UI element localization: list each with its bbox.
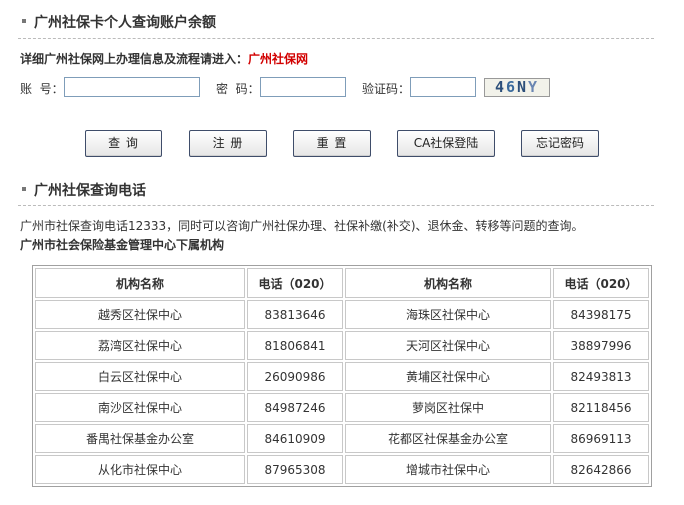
intro-line: 详细广州社保网上办理信息及流程请进入：广州社保网: [20, 50, 308, 67]
table-row: 白云区社保中心 26090986 黄埔区社保中心 82493813: [35, 362, 649, 391]
captcha-char: 6: [505, 78, 517, 96]
login-form: 账 号： 密 码： 验证码：: [20, 76, 660, 100]
org-name-cell: 荔湾区社保中心: [35, 331, 245, 360]
forgot-password-button[interactable]: 忘记密码: [521, 130, 599, 157]
phone-cell: 86969113: [553, 424, 649, 453]
query-button[interactable]: 查 询: [85, 130, 162, 157]
captcha-image[interactable]: 46NY: [484, 78, 550, 97]
password-label: 密 码：: [216, 82, 260, 96]
section-title-text: 广州社保查询电话: [34, 183, 146, 199]
table-row: 番禺社保基金办公室 84610909 花都区社保基金办公室 86969113: [35, 424, 649, 453]
org-name-cell: 番禺社保基金办公室: [35, 424, 245, 453]
phone-cell: 38897996: [553, 331, 649, 360]
phone-cell: 84987246: [247, 393, 343, 422]
reset-button[interactable]: 重 置: [293, 130, 371, 157]
password-input[interactable]: [260, 77, 346, 97]
phone-cell: 87965308: [247, 455, 343, 484]
section-title-balance: 广州社保卡个人查询账户余额: [22, 12, 216, 32]
captcha-char: 4: [494, 78, 506, 96]
phone-cell: 82493813: [553, 362, 649, 391]
org-name-cell: 黄埔区社保中心: [345, 362, 551, 391]
divider: [18, 38, 654, 39]
org-name-cell: 萝岗区社保中: [345, 393, 551, 422]
bullet-icon: [22, 19, 26, 23]
section-title-text: 广州社保卡个人查询账户余额: [34, 15, 216, 31]
org-name-cell: 南沙区社保中心: [35, 393, 245, 422]
org-name-cell: 越秀区社保中心: [35, 300, 245, 329]
bullet-icon: [22, 187, 26, 191]
org-name-cell: 天河区社保中心: [345, 331, 551, 360]
org-name-cell: 海珠区社保中心: [345, 300, 551, 329]
column-header-phone: 电话（020）: [247, 268, 343, 298]
phone-description: 广州市社保查询电话12333，同时可以咨询广州社保办理、社保补缴(补交)、退休金…: [20, 219, 584, 233]
captcha-label: 验证码：: [362, 82, 411, 96]
phone-cell: 82118456: [553, 393, 649, 422]
column-header-org: 机构名称: [35, 268, 245, 298]
ca-login-button[interactable]: CA社保登陆: [397, 130, 495, 157]
intro-text: 详细广州社保网上办理信息及流程请进入：: [20, 52, 249, 66]
phone-cell: 81806841: [247, 331, 343, 360]
column-header-phone: 电话（020）: [553, 268, 649, 298]
table-row: 荔湾区社保中心 81806841 天河区社保中心 38897996: [35, 331, 649, 360]
org-name-cell: 花都区社保基金办公室: [345, 424, 551, 453]
org-title: 广州市社会保险基金管理中心下属机构: [20, 238, 225, 252]
section-title-phone: 广州社保查询电话: [22, 180, 146, 200]
captcha-char: Y: [528, 78, 540, 96]
account-label: 账 号：: [20, 82, 64, 96]
table-header-row: 机构名称 电话（020） 机构名称 电话（020）: [35, 268, 649, 298]
phone-cell: 82642866: [553, 455, 649, 484]
contacts-table: 机构名称 电话（020） 机构名称 电话（020） 越秀区社保中心 838136…: [32, 265, 652, 487]
table-row: 南沙区社保中心 84987246 萝岗区社保中 82118456: [35, 393, 649, 422]
phone-cell: 83813646: [247, 300, 343, 329]
register-button[interactable]: 注 册: [189, 130, 267, 157]
org-name-cell: 从化市社保中心: [35, 455, 245, 484]
captcha-char: N: [517, 78, 529, 96]
account-input[interactable]: [64, 77, 200, 97]
shebao-site-link[interactable]: 广州社保网: [248, 52, 308, 66]
org-name-cell: 白云区社保中心: [35, 362, 245, 391]
org-name-cell: 增城市社保中心: [345, 455, 551, 484]
table-row: 越秀区社保中心 83813646 海珠区社保中心 84398175: [35, 300, 649, 329]
phone-cell: 26090986: [247, 362, 343, 391]
table-row: 从化市社保中心 87965308 增城市社保中心 82642866: [35, 455, 649, 484]
divider: [18, 205, 654, 206]
phone-cell: 84398175: [553, 300, 649, 329]
captcha-input[interactable]: [410, 77, 476, 97]
column-header-org: 机构名称: [345, 268, 551, 298]
phone-cell: 84610909: [247, 424, 343, 453]
